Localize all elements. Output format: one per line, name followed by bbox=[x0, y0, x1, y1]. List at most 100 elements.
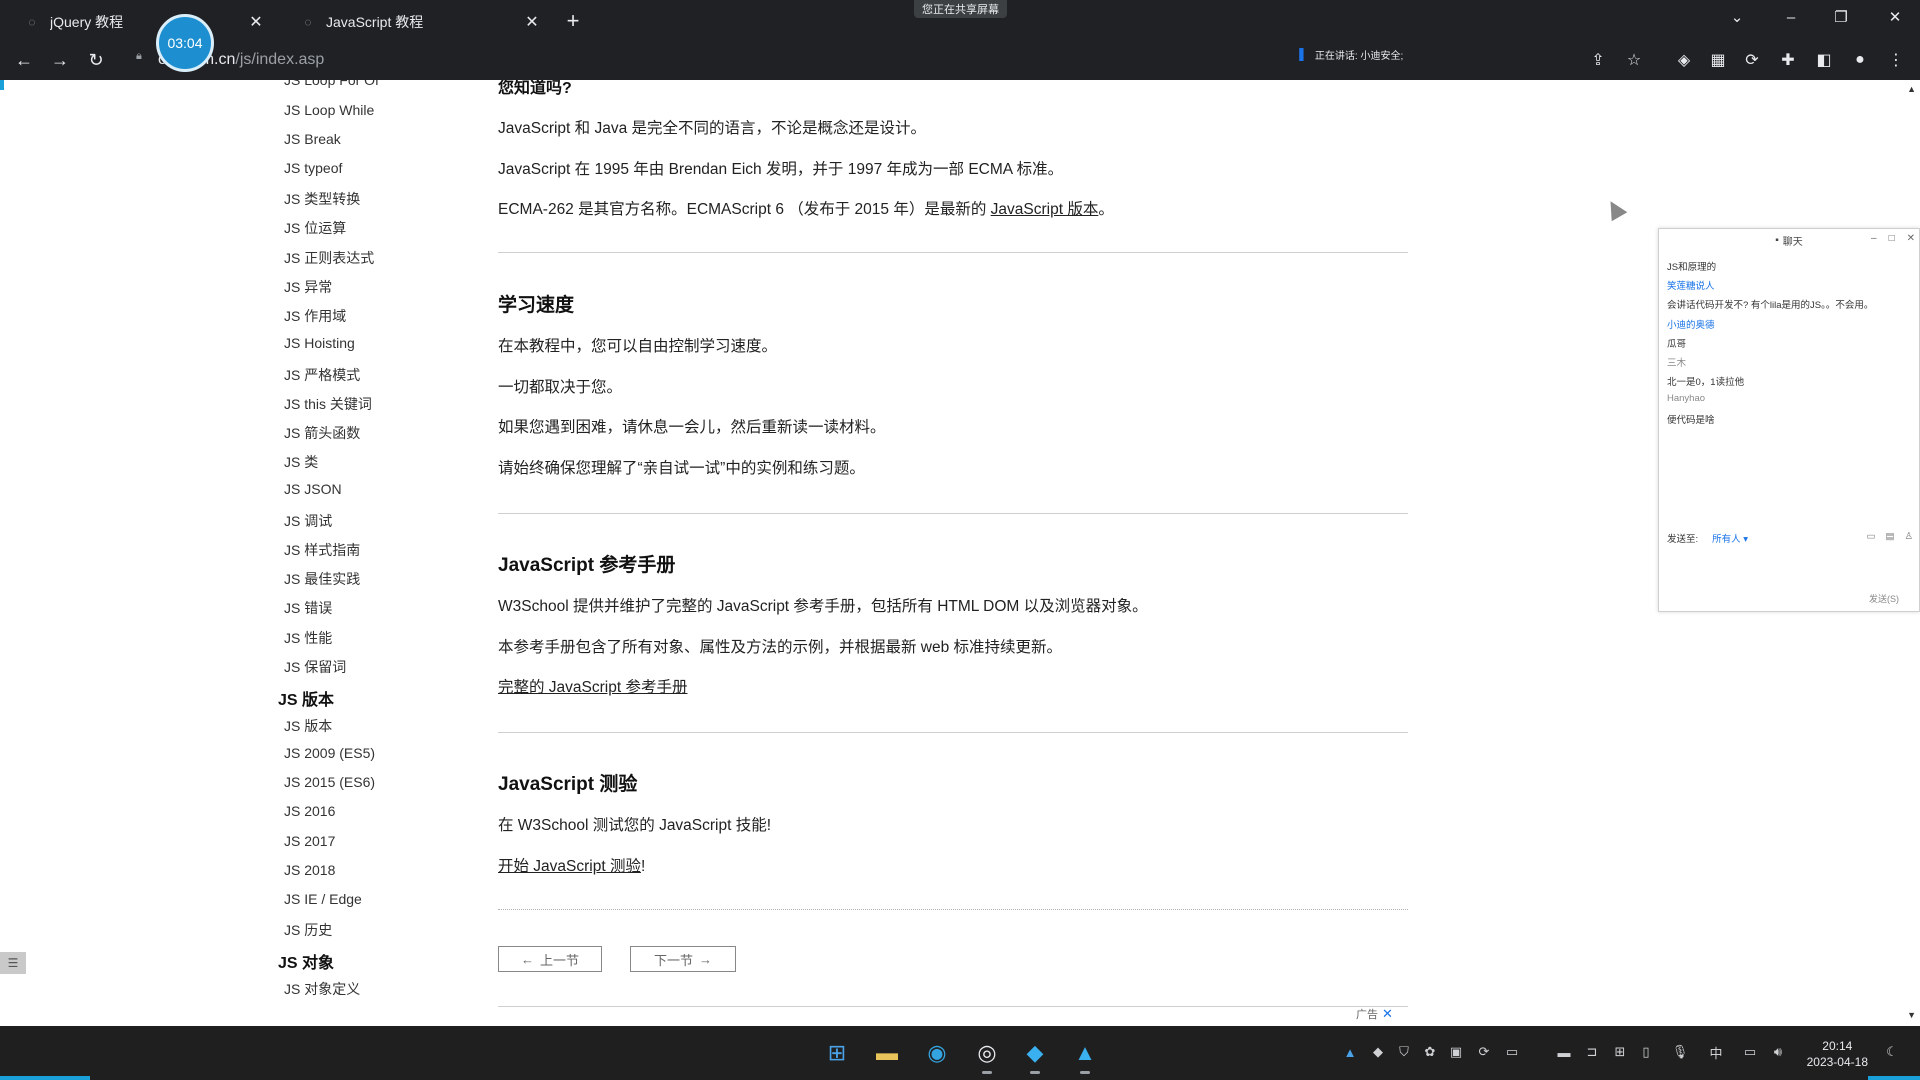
sidebar-item-hoisting[interactable]: JS Hoisting bbox=[284, 335, 355, 351]
sidebar-item-es5[interactable]: JS 2009 (ES5) bbox=[284, 745, 375, 761]
sidebar-item-2018[interactable]: JS 2018 bbox=[284, 862, 335, 878]
close-icon[interactable]: ✕ bbox=[1382, 1006, 1393, 1022]
sidebar-item-debugging[interactable]: JS 调试 bbox=[284, 511, 332, 531]
sidebar-item-history[interactable]: JS 历史 bbox=[284, 920, 332, 940]
timer-text: 03:04 bbox=[167, 35, 203, 51]
sidebar-item-style-guide[interactable]: JS 样式指南 bbox=[284, 540, 360, 560]
side-panel-icon[interactable]: ◧ bbox=[1812, 48, 1836, 72]
volume-icon[interactable]: 🔊︎ bbox=[1768, 1042, 1788, 1062]
tray-app-icon[interactable]: ▣ bbox=[1446, 1042, 1466, 1062]
sidebar-item-strict-mode[interactable]: JS 严格模式 bbox=[284, 365, 360, 385]
notification-icon[interactable]: ☾ bbox=[1882, 1042, 1902, 1062]
chat-tools: ▭ ▤ ♙ bbox=[1867, 531, 1914, 542]
tab-jquery[interactable]: ◌ jQuery 教程 ✕ bbox=[10, 4, 280, 40]
meeting-app-icon[interactable]: ▲ bbox=[1068, 1036, 1102, 1074]
reference-link[interactable]: 完整的 JavaScript 参考手册 bbox=[498, 675, 687, 697]
sidebar-item-classes[interactable]: JS 类 bbox=[284, 452, 318, 472]
tray-windows-icon[interactable]: ⊞ bbox=[1610, 1042, 1630, 1062]
close-window-button[interactable]: ✕ bbox=[1880, 6, 1910, 28]
system-clock[interactable]: 20:14 2023-04-18 bbox=[1807, 1038, 1868, 1070]
sidebar-item-loop-for-of[interactable]: JS Loop For Of bbox=[284, 80, 379, 88]
tab-javascript[interactable]: ◌ JavaScript 教程 ✕ bbox=[286, 4, 556, 40]
chat-titlebar[interactable]: ▪ 聊天 – □ ✕ bbox=[1659, 229, 1919, 251]
close-tab-icon[interactable]: ✕ bbox=[522, 12, 542, 32]
close-tab-icon[interactable]: ✕ bbox=[246, 12, 266, 32]
tray-display-icon[interactable]: ▭ bbox=[1502, 1042, 1522, 1062]
new-tab-button[interactable]: + bbox=[560, 8, 586, 34]
people-icon[interactable]: ♙ bbox=[1904, 531, 1913, 542]
sidebar-item-versions[interactable]: JS 版本 bbox=[284, 716, 332, 736]
network-icon[interactable]: ▭ bbox=[1740, 1042, 1760, 1062]
extensions-puzzle-icon[interactable]: ✚ bbox=[1776, 48, 1800, 72]
quiz-link[interactable]: 开始 JavaScript 测验 bbox=[498, 858, 641, 875]
address-bar[interactable]: ool.com.cn/js/index.asp bbox=[130, 44, 1420, 76]
minimize-icon[interactable]: – bbox=[1871, 233, 1877, 244]
send-to-select[interactable]: 所有人 ▾ bbox=[1712, 531, 1748, 545]
ime-indicator[interactable]: 中 bbox=[1706, 1042, 1726, 1062]
tab-search-icon[interactable]: ⌄ bbox=[1722, 6, 1752, 28]
sidebar-item-reserved-words[interactable]: JS 保留词 bbox=[284, 657, 346, 677]
next-page-button[interactable]: 下一节 → bbox=[630, 946, 736, 972]
minimize-button[interactable]: – bbox=[1776, 6, 1806, 28]
tray-battery-icon[interactable]: ⊐ bbox=[1582, 1042, 1602, 1062]
chat-message: 瓜哥 bbox=[1667, 339, 1687, 350]
sidebar-item-mistakes[interactable]: JS 错误 bbox=[284, 598, 332, 618]
sidebar-item-es6[interactable]: JS 2015 (ES6) bbox=[284, 774, 375, 790]
sidebar-item-2016[interactable]: JS 2016 bbox=[284, 803, 335, 819]
lock-icon[interactable]: 🔒︎ bbox=[136, 50, 148, 64]
tray-sync-icon[interactable]: ⟳ bbox=[1474, 1042, 1494, 1062]
sidebar-item-this[interactable]: JS this 关键词 bbox=[284, 394, 372, 414]
restore-button[interactable]: ❐ bbox=[1826, 6, 1856, 28]
prev-page-button[interactable]: ← 上一节 bbox=[498, 946, 602, 972]
tab-label: jQuery 教程 bbox=[50, 14, 124, 30]
forward-button[interactable]: → bbox=[46, 46, 74, 74]
sidebar-item-arrow-function[interactable]: JS 箭头函数 bbox=[284, 423, 360, 443]
sidebar-item-typeof[interactable]: JS typeof bbox=[284, 160, 342, 176]
sidebar-item-break[interactable]: JS Break bbox=[284, 131, 341, 147]
app-icon[interactable]: ◆ bbox=[1018, 1036, 1052, 1074]
start-windows-icon[interactable]: ⊞ bbox=[820, 1036, 854, 1070]
sidebar-item-object-definitions[interactable]: JS 对象定义 bbox=[284, 979, 360, 999]
scroll-down-arrow[interactable]: ▼ bbox=[1907, 1010, 1916, 1020]
tray-monitor-icon[interactable]: ▬ bbox=[1554, 1042, 1574, 1062]
file-explorer-icon[interactable]: ▬ bbox=[870, 1036, 904, 1070]
profile-icon[interactable]: ● bbox=[1848, 48, 1872, 72]
sidebar-item-errors-exception[interactable]: JS 异常 bbox=[284, 277, 332, 297]
share-icon[interactable]: ⇪ bbox=[1586, 48, 1610, 72]
tray-usb-icon[interactable]: ▯ bbox=[1636, 1042, 1656, 1062]
js-version-link[interactable]: JavaScript 版本 bbox=[991, 201, 1099, 218]
scroll-up-arrow[interactable]: ▲ bbox=[1907, 84, 1916, 94]
close-icon[interactable]: ✕ bbox=[1907, 233, 1915, 244]
sidebar-item-type-conversion[interactable]: JS 类型转换 bbox=[284, 189, 360, 209]
recording-timer[interactable]: 03:04 bbox=[156, 14, 214, 72]
sidebar-item-ie-edge[interactable]: JS IE / Edge bbox=[284, 891, 362, 907]
tray-shield-icon[interactable]: ⛉ bbox=[1394, 1042, 1414, 1062]
sidebar-item-scope[interactable]: JS 作用域 bbox=[284, 306, 346, 326]
save-icon[interactable]: ▤ bbox=[1885, 531, 1894, 542]
side-tool-icon[interactable]: ☰ bbox=[0, 952, 26, 974]
file-icon[interactable]: ▭ bbox=[1867, 531, 1876, 542]
edge-browser-icon[interactable]: ◉ bbox=[920, 1036, 954, 1070]
sidebar-item-regexp[interactable]: JS 正则表达式 bbox=[284, 248, 374, 268]
sync-icon[interactable]: ⟳ bbox=[1740, 48, 1764, 72]
sidebar-item-json[interactable]: JS JSON bbox=[284, 481, 342, 497]
maximize-icon[interactable]: □ bbox=[1889, 233, 1895, 244]
sidebar-item-performance[interactable]: JS 性能 bbox=[284, 628, 332, 648]
sidebar-item-2017[interactable]: JS 2017 bbox=[284, 833, 335, 849]
tray-settings-icon[interactable]: ✿ bbox=[1420, 1042, 1440, 1062]
bookmark-star-icon[interactable]: ☆ bbox=[1622, 48, 1646, 72]
tray-mic-icon[interactable]: 🎙︎ bbox=[1670, 1042, 1690, 1062]
tray-app-icon[interactable]: ◆ bbox=[1368, 1042, 1388, 1062]
menu-kebab-icon[interactable]: ⋮ bbox=[1884, 48, 1908, 72]
extension-icon[interactable]: ◈ bbox=[1672, 48, 1696, 72]
send-button[interactable]: 发送(S) bbox=[1869, 592, 1899, 605]
chrome-browser-icon[interactable]: ◎ bbox=[970, 1036, 1004, 1074]
sidebar-item-best-practices[interactable]: JS 最佳实践 bbox=[284, 569, 360, 589]
sidebar-item-loop-while[interactable]: JS Loop While bbox=[284, 102, 374, 118]
tray-meeting-icon[interactable]: ▲ bbox=[1340, 1042, 1360, 1062]
back-button[interactable]: ← bbox=[10, 46, 38, 74]
screen-sharing-banner[interactable]: 您正在共享屏幕 bbox=[914, 0, 1007, 18]
translate-icon[interactable]: ▦ bbox=[1706, 48, 1730, 72]
sidebar-item-bitwise[interactable]: JS 位运算 bbox=[284, 218, 346, 238]
reload-button[interactable]: ↻ bbox=[82, 46, 110, 74]
